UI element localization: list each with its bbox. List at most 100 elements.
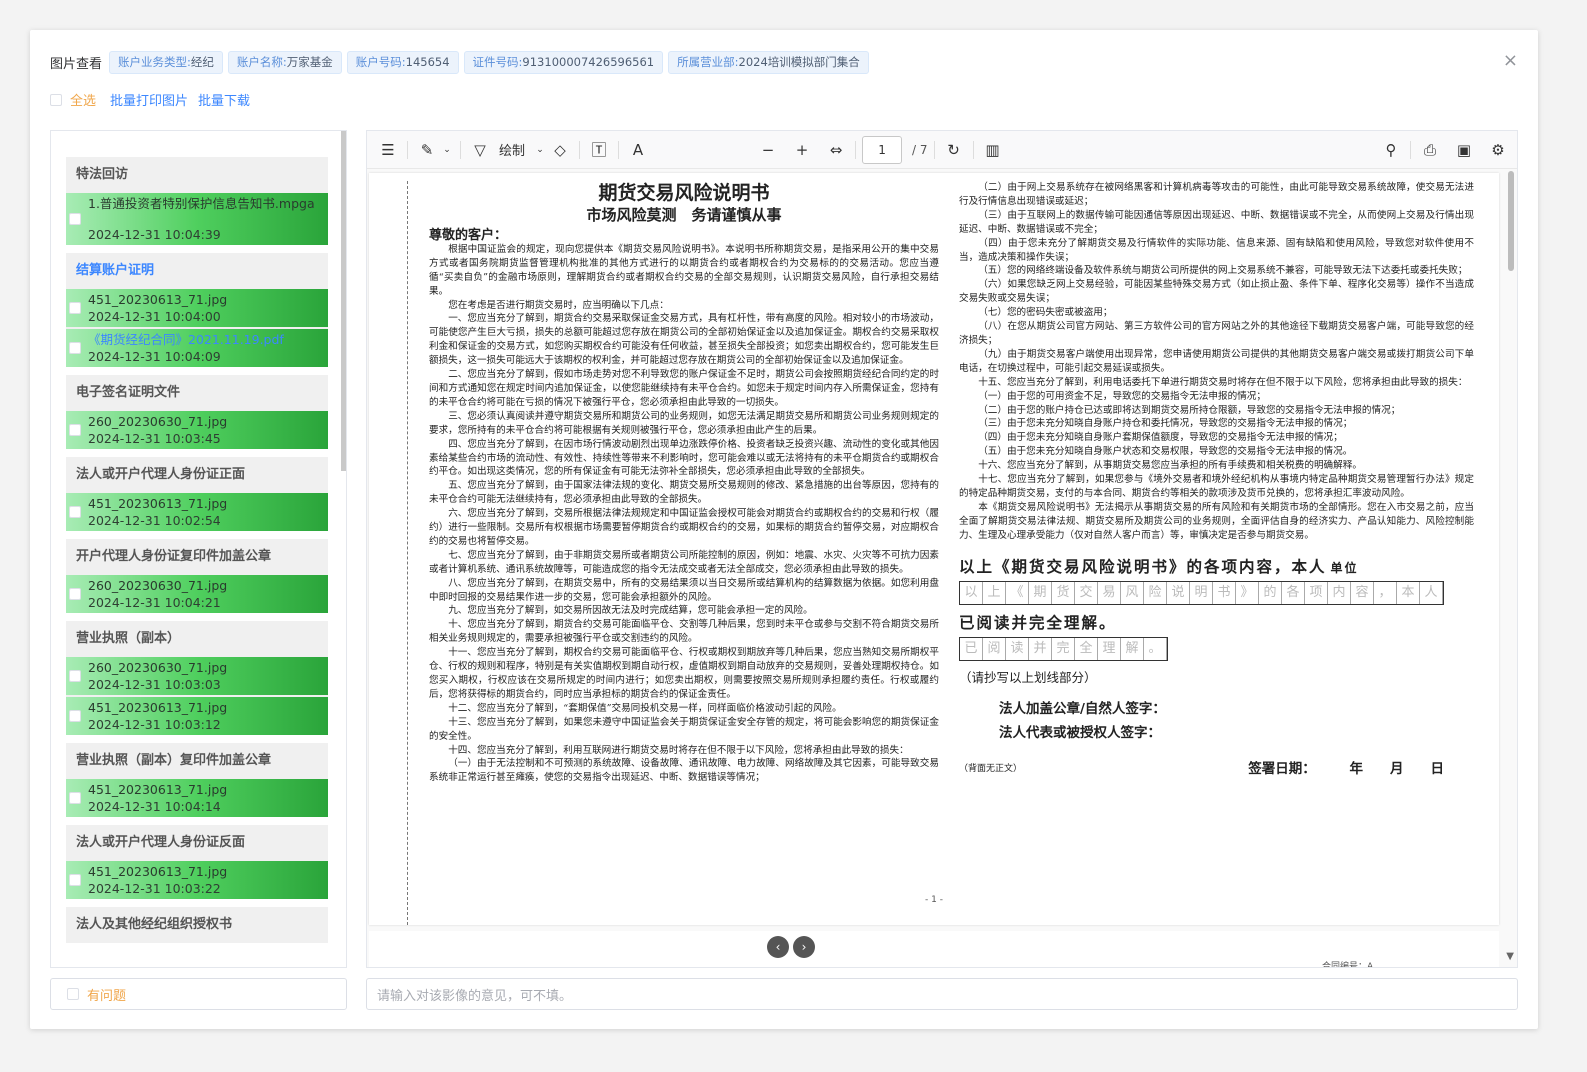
- file-group-title[interactable]: 营业执照（副本）: [66, 621, 328, 657]
- file-item-name[interactable]: 1.普通投资者特别保护信息告知书.mpga: [88, 197, 324, 210]
- problem-label[interactable]: 有问题: [87, 985, 126, 1004]
- file-item-name[interactable]: 451_20230613_71.jpg: [88, 497, 324, 510]
- opinion-input[interactable]: 请输入对该影像的意见，可不填。: [366, 978, 1518, 1010]
- scroll-down-icon[interactable]: ▼: [1506, 951, 1514, 962]
- doc-paragraph: 十七、您应当充分了解到，如果您参与《境外交易者和境外经纪机构从事境内特定品种期货…: [959, 474, 1474, 499]
- file-item-checkbox[interactable]: [69, 342, 81, 354]
- file-group: 营业执照（副本）复印件加盖公章 451_20230613_71.jpg 2024-1…: [66, 743, 328, 817]
- chevron-down-icon[interactable]: ⌄: [440, 137, 454, 163]
- file-group-title[interactable]: 开户代理人身份证复印件加盖公章: [66, 539, 328, 575]
- tag-account-name: 账户名称: 万家基金: [227, 50, 342, 74]
- doc-greeting: 尊敬的客户：: [429, 228, 508, 243]
- close-icon[interactable]: ×: [1503, 50, 1518, 71]
- page-view-icon[interactable]: ▥: [980, 137, 1006, 163]
- search-icon[interactable]: ⚲: [1378, 137, 1404, 163]
- highlight-icon[interactable]: ✎: [414, 137, 440, 163]
- file-group-title[interactable]: 结算账户证明: [66, 253, 328, 289]
- copy-note: （请抄写以上划线部分）: [959, 670, 1097, 686]
- file-item-name[interactable]: 260_20230630_71.jpg: [88, 661, 324, 674]
- file-item[interactable]: 451_20230613_71.jpg 2024-12-31 10:02:54: [66, 493, 328, 531]
- file-item-name[interactable]: 260_20230630_71.jpg: [88, 579, 324, 592]
- file-group-title[interactable]: 法人及其他经纪组织授权书: [66, 907, 328, 943]
- viewer-scrollbar[interactable]: [1508, 171, 1514, 271]
- doc-paragraph: （九）由于期货交易客户端使用出现异常，您申请使用期货公司提供的其他期货交易客户端…: [959, 348, 1474, 374]
- doc-paragraph: 四、您应当充分了解到，在因市场行情波动剧烈出现单边涨跌停价格、投资者缺乏投资兴趣…: [429, 438, 939, 478]
- tag-id-number: 证件号码: 913100007426596561: [463, 50, 664, 74]
- batch-download-link[interactable]: 批量下载: [198, 90, 250, 109]
- doc-paragraph: （四）由于您未充分知晓自身账户套期保值额度，导致您的交易指令无法申报的情况；: [978, 432, 1343, 444]
- batch-print-link[interactable]: 批量打印图片: [110, 90, 188, 109]
- select-all-label[interactable]: 全选: [70, 90, 96, 109]
- doc-paragraph: （二）由于您的账户持仓已达或即将达到期货交易所持仓限额，导致您的交易指令无法申报…: [978, 404, 1401, 416]
- file-item[interactable]: 451_20230613_71.jpg 2024-12-31 10:04:00: [66, 289, 328, 327]
- file-item-name[interactable]: 《期货经纪合同》2021.11.19.pdf: [88, 333, 324, 346]
- copy-char-cell: 说: [1167, 582, 1190, 605]
- file-item[interactable]: 1.普通投资者特别保护信息告知书.mpga 2024-12-31 10:04:39: [66, 193, 328, 245]
- doc-paragraph: 八、您应当充分了解到，在期货交易中，所有的交易结果须以当日交易所或结算机构的结算…: [429, 577, 939, 603]
- save-icon[interactable]: ▣: [1451, 137, 1477, 163]
- fit-width-icon[interactable]: ⇔: [823, 137, 849, 163]
- file-item-checkbox[interactable]: [69, 302, 81, 314]
- file-item-name[interactable]: 451_20230613_71.jpg: [88, 783, 324, 796]
- zoom-in-icon[interactable]: +: [789, 137, 815, 163]
- file-group-title[interactable]: 特法回访: [66, 157, 328, 193]
- doc-paragraph: 十六、您应当充分了解到，从事期货交易您应当承担的所有手续费和相关税费的明确解释。: [978, 460, 1362, 472]
- file-group-title[interactable]: 法人或开户代理人身份证反面: [66, 825, 328, 861]
- file-item-name[interactable]: 451_20230613_71.jpg: [88, 865, 324, 878]
- doc-left-column: 期货交易风险说明书 市场风险莫测 务请谨慎从事 尊敬的客户： 根据中国证监会的规…: [429, 181, 939, 785]
- file-item-date: 2024-12-31 10:03:45: [88, 431, 221, 446]
- sidebar-toggle-icon[interactable]: ☰: [375, 137, 401, 163]
- file-item[interactable]: 451_20230613_71.jpg 2024-12-31 10:03:22: [66, 861, 328, 899]
- file-group-title[interactable]: 法人或开户代理人身份证正面: [66, 457, 328, 493]
- page-number-input[interactable]: 1: [862, 135, 903, 164]
- file-item[interactable]: 451_20230613_71.jpg 2024-12-31 10:03:12: [66, 697, 328, 735]
- file-item[interactable]: 260_20230630_71.jpg 2024-12-31 10:03:03: [66, 657, 328, 695]
- file-list-scrollbar[interactable]: [341, 131, 346, 471]
- file-item-date: 2024-12-31 10:03:22: [88, 881, 221, 896]
- rotate-icon[interactable]: ↻: [941, 137, 967, 163]
- file-item-checkbox[interactable]: [69, 588, 81, 600]
- file-item[interactable]: 260_20230630_71.jpg 2024-12-31 10:03:45: [66, 411, 328, 449]
- print-icon[interactable]: ⎙: [1417, 137, 1443, 163]
- file-item-name[interactable]: 451_20230613_71.jpg: [88, 293, 324, 306]
- file-item[interactable]: 260_20230630_71.jpg 2024-12-31 10:04:21: [66, 575, 328, 613]
- doc-paragraph: 十二、您应当充分了解到，“套期保值”交易同投机交易一样，同样面临价格波动引起的风…: [448, 702, 842, 714]
- read-aloud-icon[interactable]: A: [625, 137, 651, 163]
- chevron-down-icon[interactable]: ⌄: [533, 137, 547, 163]
- copy-char-cell: 》: [1236, 582, 1259, 605]
- file-item-checkbox[interactable]: [69, 424, 81, 436]
- file-item-date: 2024-12-31 10:03:03: [88, 677, 221, 692]
- gear-icon[interactable]: ⚙: [1485, 137, 1511, 163]
- file-item-checkbox[interactable]: [69, 710, 81, 722]
- file-item-name[interactable]: 451_20230613_71.jpg: [88, 701, 324, 714]
- file-item-checkbox[interactable]: [69, 506, 81, 518]
- file-group-title[interactable]: 营业执照（副本）复印件加盖公章: [66, 743, 328, 779]
- draw-label[interactable]: 绘制: [499, 140, 525, 159]
- copy-char-cell: 理: [1098, 638, 1121, 661]
- dialog-header: 图片查看 账户业务类型: 经纪 账户名称: 万家基金 账户号码: 145654 证件号…: [50, 50, 869, 74]
- doc-paragraph: 五、您应当充分了解到，由于国家法律法规的变化、期货交易所交易规则的修改、紧急措施…: [429, 480, 939, 506]
- file-item-checkbox[interactable]: [69, 213, 81, 225]
- file-item-date: 2024-12-31 10:04:00: [88, 309, 221, 324]
- file-item-checkbox[interactable]: [69, 792, 81, 804]
- copy-char-cell: 已: [960, 638, 983, 661]
- file-item-checkbox[interactable]: [69, 874, 81, 886]
- next-page-icon[interactable]: ›: [793, 936, 815, 958]
- file-item[interactable]: 451_20230613_71.jpg 2024-12-31 10:04:14: [66, 779, 328, 817]
- file-item-name[interactable]: 260_20230630_71.jpg: [88, 415, 324, 428]
- eraser-icon[interactable]: ◇: [547, 137, 573, 163]
- text-tool-icon[interactable]: 🅃: [586, 137, 612, 163]
- dialog-title: 图片查看: [50, 56, 103, 72]
- tag-branch: 所属营业部: 2024培训模拟部门集合: [668, 50, 869, 74]
- draw-icon[interactable]: ▽: [467, 137, 493, 163]
- prev-page-icon[interactable]: ‹: [767, 936, 789, 958]
- copy-char-cell: 《: [1006, 582, 1029, 605]
- file-group-title[interactable]: 电子签名证明文件: [66, 375, 328, 411]
- problem-checkbox-row[interactable]: 有问题: [50, 978, 347, 1010]
- file-item-checkbox[interactable]: [69, 670, 81, 682]
- problem-checkbox[interactable]: [67, 988, 79, 1000]
- doc-paragraph: 十三、您应当充分了解到，如果您未遵守中国证监会关于期货保证金安全存管的规定，将可…: [429, 716, 939, 742]
- file-item[interactable]: 《期货经纪合同》2021.11.19.pdf 2024-12-31 10:04:0…: [66, 329, 328, 367]
- zoom-out-icon[interactable]: −: [755, 137, 781, 163]
- select-all-checkbox[interactable]: [50, 93, 62, 106]
